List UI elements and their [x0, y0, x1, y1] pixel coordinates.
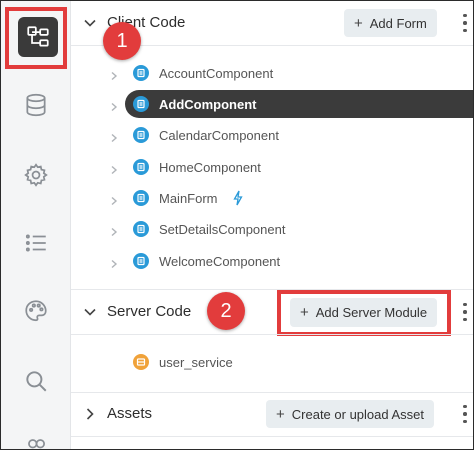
chevron-right-icon[interactable]	[109, 224, 119, 237]
chevron-right-icon[interactable]	[109, 130, 119, 143]
database-icon	[26, 93, 46, 117]
server-code-menu-icon[interactable]	[459, 301, 471, 323]
server-module-label: user_service	[159, 354, 233, 370]
form-item-label: MainForm	[159, 190, 218, 206]
chevron-right-icon[interactable]	[109, 162, 119, 175]
form-icon	[133, 96, 149, 112]
form-icon	[133, 253, 149, 269]
search-button[interactable]	[18, 363, 54, 399]
form-item-label: AddComponent	[159, 96, 257, 112]
app-browser-panel: Client Code + Add Form AccountComponent …	[71, 1, 473, 449]
chevron-right-icon[interactable]	[109, 193, 119, 206]
settings-button[interactable]	[18, 157, 54, 193]
form-item-label: WelcomeComponent	[159, 253, 281, 269]
form-item-label: AccountComponent	[159, 65, 274, 81]
add-form-button[interactable]: + Add Form	[344, 9, 437, 37]
form-icon	[133, 190, 149, 206]
server-module-item[interactable]: user_service	[71, 348, 473, 376]
create-upload-asset-button[interactable]: + Create or upload Asset	[266, 400, 435, 428]
server-module-icon	[133, 354, 149, 370]
form-item-welcome[interactable]: WelcomeComponent	[71, 247, 473, 275]
form-icon	[133, 127, 149, 143]
sidebar-rail	[1, 1, 71, 449]
list-button[interactable]	[18, 225, 54, 261]
highlight-box-1	[5, 7, 67, 69]
create-upload-asset-label: Create or upload Asset	[291, 406, 425, 422]
chevron-down-icon[interactable]	[83, 16, 97, 30]
data-tables-button[interactable]	[18, 87, 54, 123]
assets-menu-icon[interactable]	[459, 403, 471, 425]
chevron-right-icon[interactable]	[83, 407, 97, 421]
divider	[71, 436, 473, 437]
form-item-setdetails[interactable]: SetDetailsComponent	[71, 215, 473, 243]
highlight-box-2	[277, 290, 451, 336]
form-icon	[133, 221, 149, 237]
assets-header[interactable]: Assets + Create or upload Asset	[71, 392, 473, 436]
add-form-label: Add Form	[369, 15, 427, 31]
list-icon	[25, 234, 46, 252]
search-icon	[26, 371, 47, 392]
chevron-right-icon[interactable]	[109, 256, 119, 269]
divider	[71, 334, 473, 335]
callout-badge-2: 2	[207, 292, 245, 330]
callout-badge-1: 1	[103, 22, 141, 60]
plus-icon: +	[276, 405, 285, 423]
form-item-label: CalendarComponent	[159, 127, 279, 143]
settings-icon	[24, 163, 48, 187]
users-button[interactable]	[18, 429, 54, 449]
form-item-main[interactable]: MainForm	[71, 184, 473, 212]
theme-button[interactable]	[18, 293, 54, 329]
users-icon	[28, 439, 45, 449]
client-code-menu-icon[interactable]	[459, 12, 471, 34]
plus-icon: +	[354, 14, 363, 32]
assets-title: Assets	[107, 405, 153, 422]
form-item-label: SetDetailsComponent	[159, 221, 286, 237]
chevron-right-icon[interactable]	[109, 99, 119, 112]
form-item-account[interactable]: AccountComponent	[71, 59, 473, 87]
form-item-label: HomeComponent	[159, 159, 261, 175]
form-icon	[133, 65, 149, 81]
app-window: Client Code + Add Form AccountComponent …	[0, 0, 474, 450]
server-code-title: Server Code	[107, 303, 192, 320]
form-item-calendar[interactable]: CalendarComponent	[71, 121, 473, 149]
form-item-add[interactable]: AddComponent	[71, 90, 473, 118]
chevron-right-icon[interactable]	[109, 68, 119, 81]
chevron-down-icon[interactable]	[83, 305, 97, 319]
lightning-icon	[233, 190, 243, 206]
form-icon	[133, 159, 149, 175]
form-item-home[interactable]: HomeComponent	[71, 153, 473, 181]
palette-icon	[25, 300, 47, 322]
